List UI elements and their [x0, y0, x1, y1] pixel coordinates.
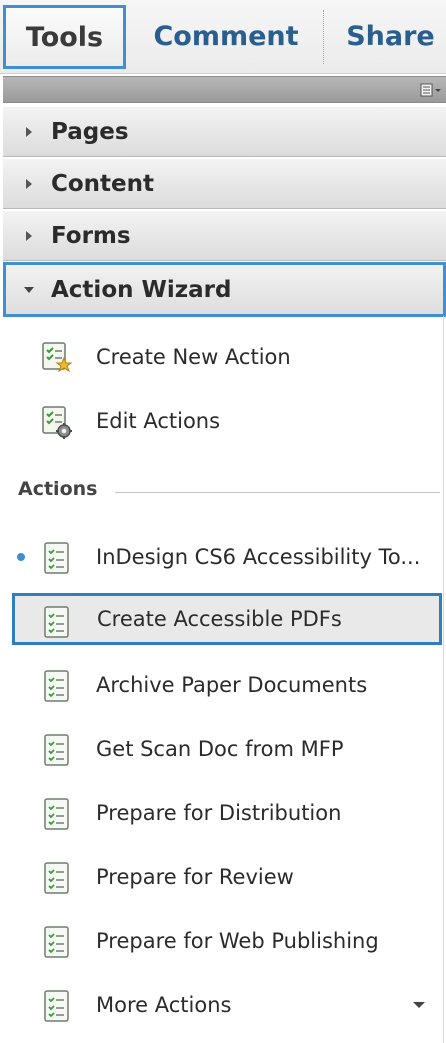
item-label: Get Scan Doc from MFP: [96, 737, 344, 761]
item-label: Prepare for Distribution: [96, 801, 342, 825]
create-new-action-item[interactable]: Create New Action: [0, 332, 446, 382]
tab-divider: [323, 10, 324, 64]
action-item[interactable]: Get Scan Doc from MFP: [0, 724, 446, 774]
panel-label: Content: [51, 170, 155, 197]
action-checklist-icon: [44, 990, 69, 1022]
recent-action-bullet-icon: [17, 553, 25, 561]
chevron-down-icon[interactable]: [412, 1000, 426, 1010]
action-checklist-icon: [44, 670, 69, 702]
tab-comment[interactable]: Comment: [140, 0, 312, 72]
item-label: Prepare for Web Publishing: [96, 929, 379, 953]
action-item-selected[interactable]: Create Accessible PDFs: [12, 593, 442, 645]
panel-label: Forms: [51, 222, 131, 249]
item-label: Edit Actions: [96, 409, 221, 433]
edit-actions-icon: [42, 406, 72, 439]
tab-share[interactable]: Share: [335, 0, 446, 72]
panel-content[interactable]: Content: [3, 159, 446, 209]
list-menu-icon: [420, 83, 441, 97]
tab-tools[interactable]: Tools: [3, 5, 126, 69]
action-item[interactable]: InDesign CS6 Accessibility To...: [0, 532, 446, 582]
actions-section-label: Actions: [18, 478, 98, 500]
tools-pane: Tools Comment Share Pages Content Forms …: [0, 0, 446, 1043]
action-item[interactable]: Archive Paper Documents: [0, 660, 446, 710]
panel-label: Pages: [51, 118, 129, 145]
panel-forms[interactable]: Forms: [3, 211, 446, 261]
expand-arrow-icon: [23, 178, 35, 190]
action-checklist-icon: [44, 862, 69, 894]
item-label: Archive Paper Documents: [96, 673, 368, 697]
create-action-icon: [42, 342, 73, 373]
item-label: InDesign CS6 Accessibility To...: [96, 545, 421, 569]
item-label: More Actions: [96, 993, 232, 1017]
panel-label: Action Wizard: [51, 276, 232, 303]
collapse-arrow-icon: [23, 284, 35, 296]
more-actions-item[interactable]: More Actions: [0, 980, 446, 1030]
panel-pages[interactable]: Pages: [3, 107, 446, 157]
section-divider: [115, 492, 440, 493]
expand-arrow-icon: [23, 126, 35, 138]
action-item[interactable]: Prepare for Web Publishing: [0, 916, 446, 966]
action-checklist-icon: [44, 606, 69, 638]
action-checklist-icon: [44, 542, 69, 574]
pane-options-strip: [3, 76, 446, 103]
item-label: Prepare for Review: [96, 865, 294, 889]
expand-arrow-icon: [23, 230, 35, 242]
edit-actions-item[interactable]: Edit Actions: [0, 396, 446, 446]
action-item[interactable]: Prepare for Review: [0, 852, 446, 902]
tab-bar: Tools Comment Share: [0, 0, 446, 74]
item-label: Create New Action: [96, 345, 291, 369]
pane-options-menu-button[interactable]: [420, 82, 444, 98]
action-checklist-icon: [44, 798, 69, 830]
item-label: Create Accessible PDFs: [97, 607, 342, 631]
action-checklist-icon: [44, 926, 69, 958]
panel-action-wizard[interactable]: Action Wizard: [3, 262, 446, 317]
action-checklist-icon: [44, 734, 69, 766]
action-item[interactable]: Prepare for Distribution: [0, 788, 446, 838]
